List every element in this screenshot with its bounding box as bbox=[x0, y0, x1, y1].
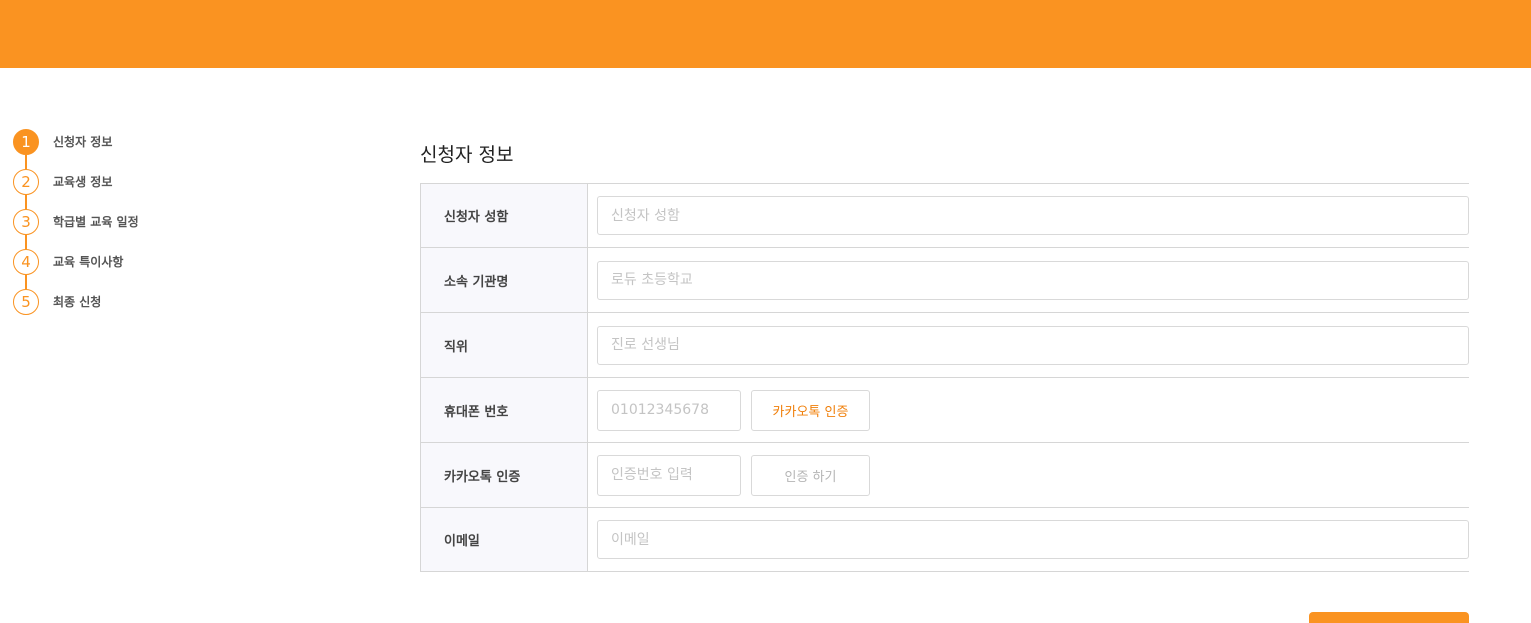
step-2[interactable]: 2 교육생 정보 bbox=[13, 169, 213, 209]
phone-input[interactable] bbox=[597, 389, 741, 431]
next-button[interactable] bbox=[1309, 612, 1469, 623]
step-label: 최종 신청 bbox=[53, 295, 102, 309]
step-connector bbox=[25, 155, 27, 169]
step-number: 4 bbox=[13, 249, 39, 275]
step-number: 3 bbox=[13, 209, 39, 235]
form-row-kakao: 카카오톡 인증 인증 하기 bbox=[420, 443, 1469, 508]
step-4[interactable]: 4 교육 특이사항 bbox=[13, 249, 213, 289]
form-row-org: 소속 기관명 bbox=[420, 248, 1469, 313]
field-label: 직위 bbox=[420, 313, 588, 377]
field-cell bbox=[588, 184, 1469, 247]
step-5[interactable]: 5 최종 신청 bbox=[13, 289, 213, 329]
applicant-form: 신청자 성함 소속 기관명 직위 휴대폰 번호 카카오톡 인증 카카오톡 인증 … bbox=[420, 183, 1469, 572]
field-cell: 카카오톡 인증 bbox=[588, 378, 1469, 442]
field-label: 소속 기관명 bbox=[420, 248, 588, 312]
field-label: 신청자 성함 bbox=[420, 184, 588, 247]
step-connector bbox=[25, 235, 27, 249]
step-3[interactable]: 3 학급별 교육 일정 bbox=[13, 209, 213, 249]
field-cell bbox=[588, 248, 1469, 312]
step-label: 교육 특이사항 bbox=[53, 255, 124, 269]
step-number: 1 bbox=[13, 129, 39, 155]
field-cell bbox=[588, 508, 1469, 571]
form-row-phone: 휴대폰 번호 카카오톡 인증 bbox=[420, 378, 1469, 443]
position-input[interactable] bbox=[597, 325, 1469, 365]
step-connector bbox=[25, 275, 27, 289]
email-input[interactable] bbox=[597, 520, 1469, 559]
field-label: 카카오톡 인증 bbox=[420, 443, 588, 507]
step-label: 신청자 정보 bbox=[53, 135, 113, 149]
section-title: 신청자 정보 bbox=[420, 144, 514, 166]
step-1[interactable]: 1 신청자 정보 bbox=[13, 129, 213, 169]
auth-code-input[interactable] bbox=[597, 454, 741, 496]
verify-button[interactable]: 인증 하기 bbox=[751, 454, 870, 496]
field-label: 이메일 bbox=[420, 508, 588, 571]
step-number: 5 bbox=[13, 289, 39, 315]
step-number: 2 bbox=[13, 169, 39, 195]
organization-input[interactable] bbox=[597, 260, 1469, 300]
step-connector bbox=[25, 195, 27, 209]
form-row-position: 직위 bbox=[420, 313, 1469, 378]
step-label: 학급별 교육 일정 bbox=[53, 215, 139, 229]
field-label: 휴대폰 번호 bbox=[420, 378, 588, 442]
field-cell: 인증 하기 bbox=[588, 443, 1469, 507]
step-label: 교육생 정보 bbox=[53, 175, 113, 189]
top-header-bar bbox=[0, 0, 1531, 68]
field-cell bbox=[588, 313, 1469, 377]
applicant-name-input[interactable] bbox=[597, 196, 1469, 235]
progress-stepper: 1 신청자 정보 2 교육생 정보 3 학급별 교육 일정 4 교육 특이사항 … bbox=[13, 129, 213, 329]
kakao-auth-button[interactable]: 카카오톡 인증 bbox=[751, 389, 870, 431]
form-row-email: 이메일 bbox=[420, 508, 1469, 572]
form-row-name: 신청자 성함 bbox=[420, 184, 1469, 248]
